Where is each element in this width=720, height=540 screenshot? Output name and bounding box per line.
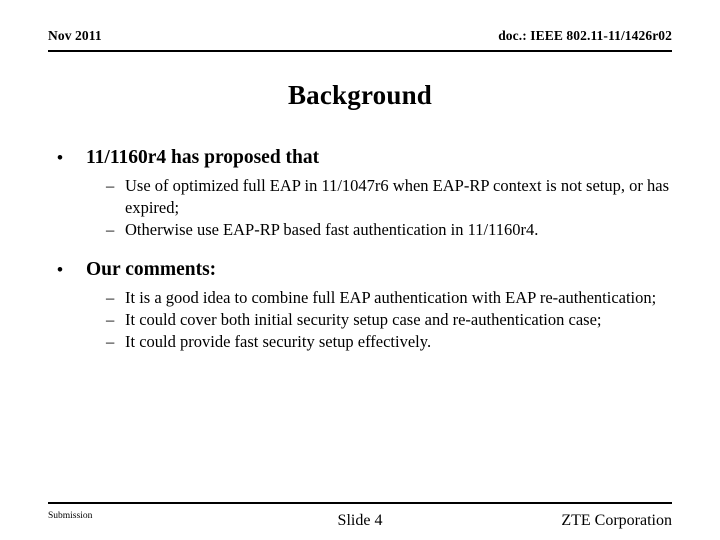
bullet-block: • 11/1160r4 has proposed that – Use of o… [48, 146, 672, 241]
slide-body: • 11/1160r4 has proposed that – Use of o… [48, 146, 672, 353]
dash-marker-icon: – [106, 176, 115, 195]
bullet-marker-icon: • [57, 260, 63, 279]
bullet-level1-text: Our comments: [86, 259, 217, 280]
bullet-level2-text: Otherwise use EAP-RP based fast authenti… [125, 220, 539, 239]
bullet-level2: – Otherwise use EAP-RP based fast authen… [48, 219, 672, 241]
dash-marker-icon: – [106, 288, 115, 307]
dash-marker-icon: – [106, 310, 115, 329]
bullet-level2-text: It could provide fast security setup eff… [125, 332, 432, 351]
bullet-level2: – It could cover both initial security s… [48, 309, 672, 331]
header-document-number: doc.: IEEE 802.11-11/1426r02 [498, 28, 672, 43]
bullet-level2-text: Use of optimized full EAP in 11/1047r6 w… [125, 176, 669, 217]
dash-marker-icon: – [106, 220, 115, 239]
bullet-block: • Our comments: – It is a good idea to c… [48, 258, 672, 353]
slide-footer: Submission Slide 4 ZTE Corporation [48, 502, 672, 534]
footer-inner: Submission Slide 4 ZTE Corporation [48, 504, 672, 534]
bullet-level2: – Use of optimized full EAP in 11/1047r6… [48, 175, 672, 219]
bullet-level2-text: It could cover both initial security set… [125, 310, 602, 329]
bullet-level1: • Our comments: [48, 258, 672, 282]
dash-marker-icon: – [106, 332, 115, 351]
bullet-level1-text: 11/1160r4 has proposed that [86, 147, 320, 168]
footer-company-name: ZTE Corporation [561, 512, 672, 529]
slide-canvas: Nov 2011 doc.: IEEE 802.11-11/1426r02 Ba… [0, 0, 720, 540]
sub-bullet-list: – Use of optimized full EAP in 11/1047r6… [48, 175, 672, 241]
bullet-level2: – It could provide fast security setup e… [48, 331, 672, 353]
bullet-level1: • 11/1160r4 has proposed that [48, 146, 672, 170]
bullet-marker-icon: • [57, 148, 63, 167]
page-title: Background [287, 80, 433, 110]
header-date: Nov 2011 [48, 28, 102, 43]
bullet-level2-text: It is a good idea to combine full EAP au… [125, 288, 657, 307]
slide-header: Nov 2011 doc.: IEEE 802.11-11/1426r02 [48, 28, 672, 52]
sub-bullet-list: – It is a good idea to combine full EAP … [48, 287, 672, 353]
bullet-level2: – It is a good idea to combine full EAP … [48, 287, 672, 309]
